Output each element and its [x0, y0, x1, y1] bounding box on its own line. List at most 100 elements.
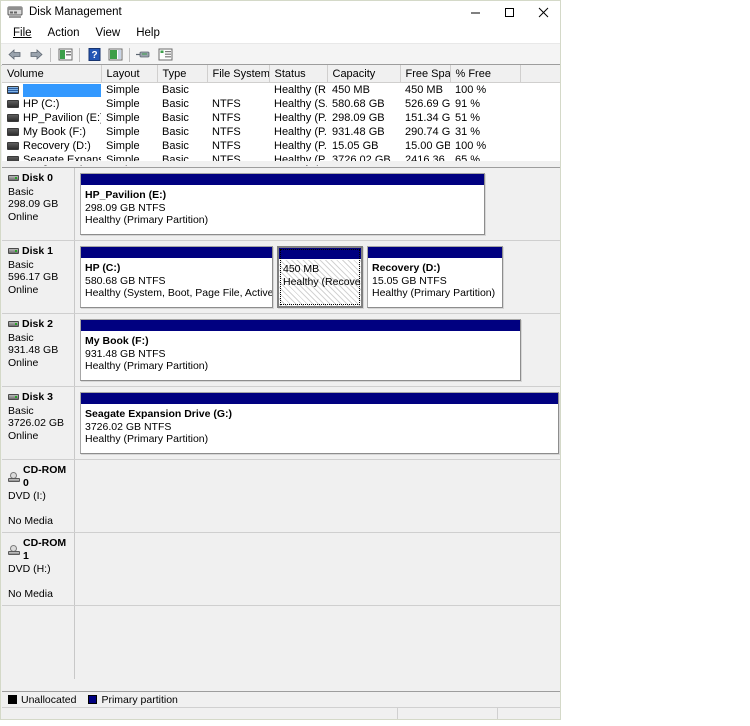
- disk-row-disk-3[interactable]: Disk 3 Basic 3726.02 GB Online Seagate E…: [2, 387, 560, 460]
- partitions-area-disk-1: HP (C:) 580.68 GB NTFS Healthy (System, …: [75, 241, 560, 313]
- disk-state: Online: [8, 356, 39, 369]
- partition-block[interactable]: HP_Pavilion (E:) 298.09 GB NTFS Healthy …: [80, 173, 485, 235]
- partition-size: 931.48 GB NTFS: [85, 347, 166, 360]
- help-icon[interactable]: ?: [84, 45, 104, 64]
- column-header-layout[interactable]: Layout: [101, 65, 158, 83]
- column-header-capacity[interactable]: Capacity: [327, 65, 401, 83]
- disk-row-disk-2[interactable]: Disk 2 Basic 931.48 GB Online My Book (F…: [2, 314, 560, 387]
- volume-name: HP (C:): [23, 98, 60, 110]
- partition-color-bar: [81, 393, 558, 405]
- column-header-volume[interactable]: Volume: [2, 65, 102, 83]
- menu-action[interactable]: Action: [40, 25, 88, 41]
- disk-info-cdrom-0[interactable]: CD-ROM 0 DVD (I:) No Media: [2, 460, 75, 532]
- disk-row-cdrom-0[interactable]: CD-ROM 0 DVD (I:) No Media: [2, 460, 560, 533]
- cell-layout: Simple: [106, 98, 140, 110]
- minimize-button[interactable]: [458, 1, 492, 23]
- cell-type: Basic: [162, 140, 189, 152]
- disk-row-cdrom-1[interactable]: CD-ROM 1 DVD (H:) No Media: [2, 533, 560, 606]
- maximize-button[interactable]: [492, 1, 526, 23]
- title-bar: Disk Management: [1, 1, 560, 23]
- cell-file-system: [207, 83, 269, 98]
- disk-management-icon: [7, 4, 23, 20]
- cell-file-system: NTFS: [212, 98, 241, 110]
- cell-volume[interactable]: My Book (F:): [2, 125, 101, 139]
- disk-info-disk-0[interactable]: Disk 0 Basic 298.09 GB Online: [2, 168, 75, 240]
- column-header-percent-free[interactable]: % Free: [450, 65, 521, 83]
- cell-free-space: 151.34 GB: [405, 112, 450, 124]
- column-header-file-system[interactable]: File System: [207, 65, 270, 83]
- volume-icon: [7, 142, 19, 150]
- svg-text:?: ?: [91, 50, 97, 61]
- table-row[interactable]: Simple Basic Healthy (R... 450 MB 450 MB…: [2, 83, 560, 98]
- partition-size: 450 MB: [283, 263, 320, 275]
- window-controls: [458, 1, 560, 23]
- table-row[interactable]: My Book (F:) Simple Basic NTFS Healthy (…: [2, 125, 560, 139]
- disk-info-disk-1[interactable]: Disk 1 Basic 596.17 GB Online: [2, 241, 75, 313]
- back-arrow-icon[interactable]: [5, 45, 25, 64]
- disk-type: Basic: [8, 185, 34, 198]
- cell-type: Basic: [162, 98, 189, 110]
- cell-volume[interactable]: [2, 83, 101, 98]
- cdrom-icon: [8, 544, 20, 555]
- partition-block[interactable]: My Book (F:) 931.48 GB NTFS Healthy (Pri…: [80, 319, 521, 381]
- cell-capacity: 580.68 GB: [332, 98, 385, 110]
- table-row[interactable]: Recovery (D:) Simple Basic NTFS Healthy …: [2, 139, 560, 153]
- cell-percent-free: 51 %: [455, 112, 481, 124]
- volume-icon: [7, 114, 19, 122]
- disk-info-disk-2[interactable]: Disk 2 Basic 931.48 GB Online: [2, 314, 75, 386]
- disk-row-disk-0[interactable]: Disk 0 Basic 298.09 GB Online HP_Pavilio…: [2, 168, 560, 241]
- status-pane-main: [2, 708, 398, 719]
- partition-color-bar: [368, 247, 502, 259]
- menu-view[interactable]: View: [88, 25, 129, 41]
- partition-block[interactable]: Recovery (D:) 15.05 GB NTFS Healthy (Pri…: [367, 246, 503, 308]
- column-header-type[interactable]: Type: [157, 65, 208, 83]
- cell-capacity: 931.48 GB: [332, 126, 385, 138]
- column-header-free-space[interactable]: Free Spa...: [400, 65, 451, 83]
- partition-block-selected[interactable]: 450 MB Healthy (Recovery F: [277, 246, 363, 308]
- column-header-status[interactable]: Status: [269, 65, 328, 83]
- disk-info-disk-3[interactable]: Disk 3 Basic 3726.02 GB Online: [2, 387, 75, 459]
- cell-free-space: 526.69 GB: [405, 98, 450, 110]
- partition-block[interactable]: HP (C:) 580.68 GB NTFS Healthy (System, …: [80, 246, 273, 308]
- partition-block[interactable]: Seagate Expansion Drive (G:) 3726.02 GB …: [80, 392, 559, 454]
- striped-volume-icon: [7, 86, 19, 94]
- menu-file[interactable]: File: [5, 25, 40, 41]
- properties-icon[interactable]: [105, 45, 125, 64]
- toolbar-separator: [129, 47, 130, 62]
- cell-type: Basic: [162, 126, 189, 138]
- show-hide-console-tree-icon[interactable]: [55, 45, 75, 64]
- unallocated-swatch-icon: [8, 695, 17, 704]
- rescan-disks-icon[interactable]: [134, 45, 154, 64]
- list-view-icon[interactable]: [155, 45, 175, 64]
- disk-state: No Media: [8, 587, 53, 600]
- volume-list-hscrollbar[interactable]: [2, 161, 560, 165]
- partition-color-bar: [81, 320, 520, 332]
- volume-name: [23, 83, 101, 97]
- forward-arrow-icon[interactable]: [26, 45, 46, 64]
- graphical-view-pane: Disk 0 Basic 298.09 GB Online HP_Pavilio…: [2, 167, 560, 691]
- partition-health: Healthy (Primary Partition): [372, 287, 496, 299]
- disk-title: Disk 1: [8, 245, 74, 258]
- menu-bar: File Action View Help: [1, 23, 560, 43]
- column-header-blank[interactable]: [520, 65, 560, 83]
- cell-volume[interactable]: Recovery (D:): [2, 139, 101, 153]
- partitions-area-cdrom-0: [75, 460, 560, 532]
- partition-color-bar: [81, 174, 484, 186]
- cell-percent-free: 91 %: [455, 98, 481, 110]
- cell-capacity: 298.09 GB: [332, 112, 385, 124]
- legend-item-primary-partition: Primary partition: [88, 694, 178, 706]
- menu-help[interactable]: Help: [128, 25, 168, 41]
- disk-row-disk-1[interactable]: Disk 1 Basic 596.17 GB Online HP (C:) 58…: [2, 241, 560, 314]
- cell-volume[interactable]: HP (C:): [2, 97, 101, 111]
- table-row[interactable]: HP_Pavilion (E:) Simple Basic NTFS Healt…: [2, 111, 560, 125]
- menu-view-label: View: [95, 26, 121, 39]
- disk-info-cdrom-1[interactable]: CD-ROM 1 DVD (H:) No Media: [2, 533, 75, 605]
- close-button[interactable]: [526, 1, 560, 23]
- cell-percent-free: 31 %: [455, 126, 481, 138]
- table-row[interactable]: HP (C:) Simple Basic NTFS Healthy (S... …: [2, 97, 560, 111]
- cell-volume[interactable]: HP_Pavilion (E:): [2, 111, 101, 125]
- menu-file-label: File: [13, 26, 32, 39]
- volume-table-header-row: Volume Layout Type File System Status Ca…: [2, 65, 560, 83]
- empty-partitions-area: [75, 606, 560, 679]
- cell-layout: Simple: [106, 140, 140, 152]
